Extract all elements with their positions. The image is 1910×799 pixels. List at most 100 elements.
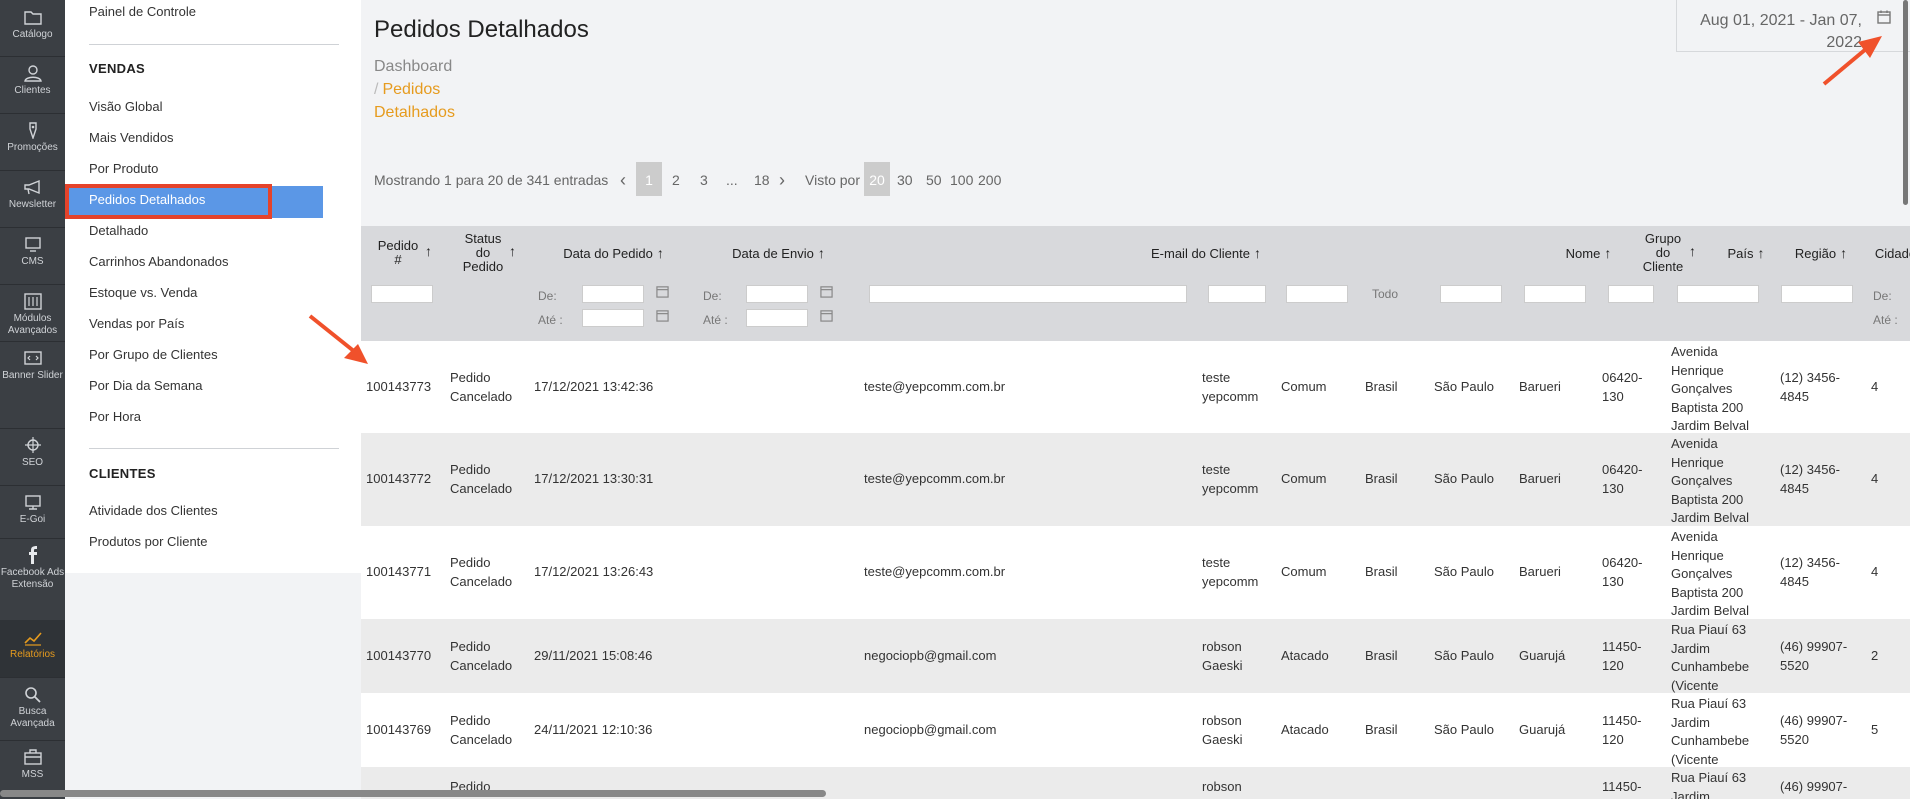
nav-item-promo-es[interactable]: Promoções (0, 113, 65, 170)
calendar-icon[interactable] (820, 285, 833, 301)
vertical-scrollbar[interactable] (1903, 0, 1908, 205)
sort-arrow-icon[interactable]: ↑ (1758, 245, 1765, 261)
nav-item-m-dulos-avan-ados[interactable]: Módulos Avançados (0, 284, 65, 341)
calendar-icon[interactable] (656, 309, 669, 325)
filter-input[interactable] (1608, 285, 1654, 303)
column-header[interactable]: Data do Pedido ↑ (531, 246, 696, 261)
megaphone-icon (22, 178, 44, 196)
cell-cep: 11450-120 (1602, 713, 1642, 747)
sort-arrow-icon[interactable]: ↑ (509, 243, 516, 259)
column-header[interactable]: Nome ↑ (1551, 246, 1626, 261)
per-page-option[interactable]: 50 (926, 162, 942, 198)
submenu-link[interactable]: Visão Global (89, 97, 162, 117)
annotation-arrow (1822, 36, 1882, 86)
nav-item-label: Promoções (7, 142, 58, 153)
tag-icon (22, 121, 44, 141)
submenu-link[interactable]: Produtos por Cliente (89, 532, 208, 552)
nav-item-cms[interactable]: CMS (0, 227, 65, 284)
breadcrumb-dashboard[interactable]: Dashboard (374, 58, 452, 76)
filter-input[interactable] (1208, 285, 1266, 303)
filter-label: Todo (1372, 287, 1399, 301)
submenu-divider (89, 448, 339, 449)
filter-input[interactable] (746, 285, 808, 303)
submenu-link[interactable]: Estoque vs. Venda (89, 283, 197, 303)
column-header[interactable]: Cidade↑ (1861, 246, 1910, 261)
sort-arrow-icon[interactable]: ↑ (818, 245, 825, 261)
submenu-link[interactable]: Vendas por País (89, 314, 184, 334)
column-header[interactable]: País ↑ (1711, 246, 1781, 261)
sort-arrow-icon[interactable]: ↑ (657, 245, 664, 261)
cell-phone: (46) 99907-5520 (1780, 713, 1848, 747)
nav-item-e-goi[interactable]: E-Goi (0, 485, 65, 538)
slider-icon (22, 349, 44, 367)
filter-input[interactable] (1440, 285, 1502, 303)
sort-arrow-icon[interactable]: ↑ (425, 243, 432, 259)
nav-item-seo[interactable]: SEO (0, 428, 65, 485)
calendar-icon[interactable] (820, 309, 833, 325)
horizontal-scrollbar[interactable] (0, 790, 826, 797)
cell-group: Atacado (1281, 722, 1329, 737)
per-page-option[interactable]: 100 (950, 162, 973, 198)
nav-item-label: MSS (21, 769, 44, 780)
column-header[interactable]: Grupo do Cliente ↑ (1626, 232, 1711, 274)
filter-input[interactable] (1524, 285, 1586, 303)
submenu-link[interactable]: Por Produto (89, 159, 158, 179)
cell-email: negociopb@gmail.com (864, 722, 997, 737)
table-row[interactable]: 100143773 Pedido Cancelado 17/12/2021 13:4… (361, 341, 1910, 433)
crosshair-icon (22, 436, 44, 454)
filter-input[interactable] (1677, 285, 1759, 303)
column-header[interactable]: Região ↑ (1781, 246, 1861, 261)
submenu-link[interactable]: Mais Vendidos (89, 128, 174, 148)
cell-id: 100143773 (366, 379, 432, 394)
filter-input[interactable] (1781, 285, 1853, 303)
nav-item-relat-rios[interactable]: Relatórios (0, 620, 65, 677)
page-button[interactable]: 3 (700, 162, 708, 198)
cell-address: Avenida Henrique Gonçalves Baptista 200 … (1671, 344, 1750, 433)
filter-label: De: (703, 289, 722, 303)
page-button[interactable]: 2 (672, 162, 680, 198)
sort-arrow-icon[interactable]: ↑ (1840, 245, 1847, 261)
sort-arrow-icon[interactable]: ↑ (1604, 245, 1611, 261)
submenu-link[interactable]: Por Dia da Semana (89, 376, 202, 396)
nav-item-busca-avan-ada[interactable]: Busca Avançada (0, 677, 65, 740)
nav-item-clientes[interactable]: Clientes (0, 56, 65, 113)
submenu-link[interactable]: Detalhado (89, 221, 148, 241)
nav-item-facebook-ads-extens-o[interactable]: Facebook Ads Extensão (0, 538, 65, 620)
column-header[interactable]: Status do Pedido ↑ (446, 232, 531, 274)
calendar-icon[interactable] (656, 285, 669, 301)
per-page-option-active[interactable]: 20 (864, 162, 890, 196)
cell-email: teste@yepcomm.com.br (864, 564, 1006, 579)
nav-item-banner-slider[interactable]: Banner Slider (0, 341, 65, 428)
submenu-link-dashboard[interactable]: Painel de Controle (89, 2, 196, 22)
filter-input[interactable] (869, 285, 1187, 303)
column-header[interactable]: Pedido # ↑ (361, 239, 446, 267)
submenu-link[interactable]: Por Grupo de Clientes (89, 345, 218, 365)
table-row[interactable]: 100143769 Pedido Cancelado 24/11/2021 12:1… (361, 693, 1910, 767)
per-page-option[interactable]: 200 (978, 162, 1001, 198)
submenu-link[interactable]: Por Hora (89, 407, 141, 427)
submenu-link[interactable]: Atividade dos Clientes (89, 501, 218, 521)
page-button-active[interactable]: 1 (636, 162, 662, 196)
filter-input[interactable] (371, 285, 433, 303)
nav-item-newsletter[interactable]: Newsletter (0, 170, 65, 227)
table-row[interactable]: 100143772 Pedido Cancelado 17/12/2021 13:3… (361, 433, 1910, 526)
filter-input[interactable] (1286, 285, 1348, 303)
sort-arrow-icon[interactable]: ↑ (1254, 245, 1261, 261)
cell-qty: 5 (1871, 722, 1879, 737)
column-header[interactable]: E-mail do Cliente ↑ (861, 246, 1551, 261)
nav-item-cat-logo[interactable]: Catálogo (0, 0, 65, 56)
submenu-link[interactable]: Carrinhos Abandonados (89, 252, 229, 272)
prev-page-icon[interactable]: ‹ (620, 162, 626, 198)
page-button[interactable]: 18 (754, 162, 770, 198)
table-row[interactable]: 100143770 Pedido Cancelado 29/11/2021 15:0… (361, 619, 1910, 693)
sort-arrow-icon[interactable]: ↑ (1689, 243, 1696, 259)
next-page-icon[interactable]: › (779, 162, 785, 198)
filter-input[interactable] (582, 285, 644, 303)
column-header[interactable]: Data de Envio ↑ (696, 246, 861, 261)
per-page-option[interactable]: 30 (897, 162, 913, 198)
table-row[interactable]: 100143771 Pedido Cancelado 17/12/2021 13:2… (361, 526, 1910, 619)
filter-input[interactable] (746, 309, 808, 327)
cell-country: Brasil (1365, 379, 1398, 394)
filter-input[interactable] (582, 309, 644, 327)
calendar-icon[interactable] (1877, 10, 1891, 24)
